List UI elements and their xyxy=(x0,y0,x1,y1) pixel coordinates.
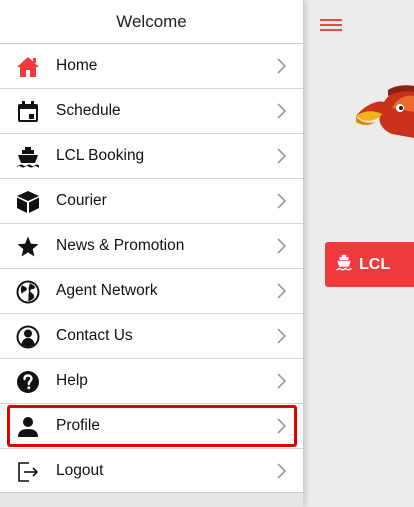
menu-item-label: Logout xyxy=(56,462,104,479)
menu-item-lcl-booking[interactable]: LCL Booking xyxy=(0,134,303,179)
menu-item-logout[interactable]: Logout xyxy=(0,449,303,494)
logout-icon xyxy=(16,460,40,484)
eagle-mascot-icon xyxy=(356,85,414,138)
globe-icon xyxy=(16,280,40,304)
chevron-right-icon xyxy=(277,58,287,74)
menu-item-label: Schedule xyxy=(56,102,121,119)
menu-item-courier[interactable]: Courier xyxy=(0,179,303,224)
navigation-drawer: Welcome Home Schedule LCL Booking Courie… xyxy=(0,0,303,507)
menu-item-label: News & Promotion xyxy=(56,237,185,254)
ship-icon xyxy=(16,145,40,169)
ship-icon xyxy=(336,254,352,271)
menu-item-profile[interactable]: Profile xyxy=(0,404,303,449)
chevron-right-icon xyxy=(277,193,287,209)
box-icon xyxy=(16,190,40,214)
star-icon xyxy=(16,235,40,259)
chevron-right-icon xyxy=(277,418,287,434)
menu-item-label: Agent Network xyxy=(56,282,158,299)
drawer-footer xyxy=(0,492,303,507)
person-icon xyxy=(16,415,40,439)
screen: LCL Welcome Home Schedule LCL Booking Co… xyxy=(0,0,414,507)
home-icon xyxy=(16,55,40,79)
chevron-right-icon xyxy=(277,373,287,389)
chevron-right-icon xyxy=(277,328,287,344)
menu-item-label: LCL Booking xyxy=(56,147,145,164)
menu-hamburger-icon[interactable] xyxy=(320,17,342,33)
menu-item-home[interactable]: Home xyxy=(0,44,303,89)
menu-item-label: Profile xyxy=(56,417,100,434)
menu-item-schedule[interactable]: Schedule xyxy=(0,89,303,134)
menu-item-label: Help xyxy=(56,372,88,389)
lcl-booking-button[interactable]: LCL xyxy=(325,242,414,287)
drawer-title: Welcome xyxy=(0,0,303,44)
chevron-right-icon xyxy=(277,238,287,254)
menu-item-label: Courier xyxy=(56,192,107,209)
menu-item-help[interactable]: Help xyxy=(0,359,303,404)
menu-item-label: Contact Us xyxy=(56,327,133,344)
menu-item-contact-us[interactable]: Contact Us xyxy=(0,314,303,359)
contact-icon xyxy=(16,325,40,349)
help-icon xyxy=(16,370,40,394)
menu-item-agent-network[interactable]: Agent Network xyxy=(0,269,303,314)
chevron-right-icon xyxy=(277,103,287,119)
menu-item-news-promotion[interactable]: News & Promotion xyxy=(0,224,303,269)
lcl-button-label: LCL xyxy=(359,255,391,273)
calendar-icon xyxy=(16,100,40,124)
menu-item-label: Home xyxy=(56,57,98,74)
chevron-right-icon xyxy=(277,283,287,299)
chevron-right-icon xyxy=(277,463,287,479)
chevron-right-icon xyxy=(277,148,287,164)
